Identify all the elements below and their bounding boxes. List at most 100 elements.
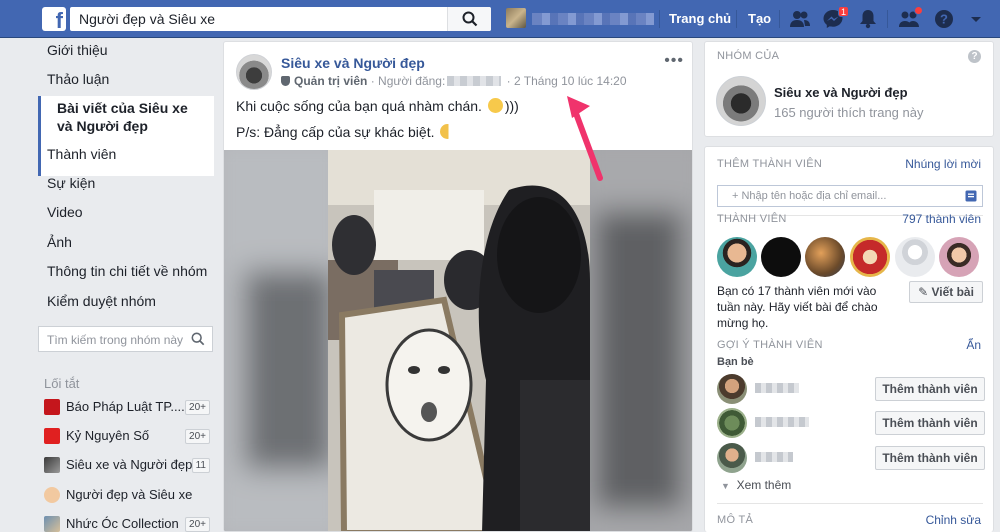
facebook-logo[interactable]: f bbox=[42, 7, 66, 33]
notifications-bell-icon[interactable] bbox=[857, 9, 879, 29]
suggested-member-row: Thêm thành viên bbox=[717, 374, 985, 404]
nav-item-events[interactable]: Sự kiện bbox=[47, 175, 95, 191]
video-frame-image bbox=[224, 150, 692, 531]
suggested-member-name-blurred[interactable] bbox=[755, 383, 799, 393]
member-avatar[interactable] bbox=[761, 237, 801, 277]
description-heading: MÔ TẢ bbox=[717, 514, 754, 526]
nav-item-group-insights[interactable]: Thông tin chi tiết về nhóm bbox=[47, 263, 207, 279]
profile-name-blurred[interactable] bbox=[532, 13, 654, 25]
more-options-icon[interactable]: ••• bbox=[664, 52, 684, 70]
search-button[interactable] bbox=[447, 7, 491, 31]
hand-emoji-icon bbox=[44, 487, 60, 503]
help-icon[interactable]: ? bbox=[968, 50, 981, 63]
see-more-label: Xem thêm bbox=[736, 478, 792, 492]
nav-item-posts-active[interactable]: Bài viết của Siêu xe và Người đẹp bbox=[38, 96, 214, 176]
edit-description-link[interactable]: Chỉnh sửa bbox=[926, 513, 981, 527]
add-member-input[interactable]: + Nhập tên hoặc địa chỉ email... bbox=[717, 185, 983, 207]
write-post-button[interactable]: ✎ Viết bài bbox=[909, 281, 983, 303]
top-navigation-bar: f Người đẹp và Siêu xe Trang chủ Tạo 1 ? bbox=[0, 0, 1000, 38]
messenger-badge: 1 bbox=[838, 6, 850, 17]
group-avatar[interactable] bbox=[236, 54, 272, 90]
suggested-member-avatar[interactable] bbox=[717, 374, 747, 404]
nav-item-videos[interactable]: Video bbox=[47, 204, 83, 220]
group-thumb-icon bbox=[44, 516, 60, 532]
post-text-1: Khi cuộc sống của bạn quá nhàm chán. bbox=[236, 98, 482, 114]
suggested-member-row: Thêm thành viên bbox=[717, 443, 985, 473]
friends-subheading: Bạn bè bbox=[717, 356, 754, 368]
search-input[interactable]: Người đẹp và Siêu xe bbox=[79, 11, 215, 27]
add-member-button[interactable]: Thêm thành viên bbox=[875, 377, 985, 401]
add-member-heading: THÊM THÀNH VIÊN bbox=[717, 158, 823, 170]
shortcut-label: Kỷ Nguyên Số bbox=[66, 428, 150, 443]
shortcut-count: 20+ bbox=[185, 400, 210, 415]
shortcut-label: Siêu xe và Người đẹp bbox=[66, 457, 193, 472]
account-menu-chevron-down-icon[interactable] bbox=[965, 9, 987, 29]
moon-face-emoji-icon bbox=[440, 124, 456, 139]
search-bar[interactable]: Người đẹp và Siêu xe bbox=[70, 7, 491, 31]
shortcut-item[interactable]: Người đẹp và Siêu xe bbox=[44, 485, 212, 507]
shortcut-count: 20+ bbox=[185, 429, 210, 444]
suggested-member-row: Thêm thành viên bbox=[717, 408, 985, 438]
divider bbox=[887, 10, 888, 28]
contact-card-icon[interactable] bbox=[965, 190, 977, 202]
add-member-button[interactable]: Thêm thành viên bbox=[875, 446, 985, 470]
post-video[interactable] bbox=[224, 150, 692, 531]
suggested-member-name-blurred[interactable] bbox=[755, 452, 793, 462]
shortcut-item[interactable]: Kỷ Nguyên Số 20+ bbox=[44, 426, 212, 448]
motorbike-thumb-icon bbox=[44, 457, 60, 473]
group-owner-card: NHÓM CỦA ? Siêu xe và Người đẹp 165 ngườ… bbox=[704, 41, 994, 137]
shortcut-item[interactable]: Siêu xe và Người đẹp 11 bbox=[44, 455, 212, 477]
member-count-link[interactable]: 797 thành viên bbox=[902, 212, 981, 226]
suggested-member-name-blurred[interactable] bbox=[755, 417, 809, 427]
post-meta: Quản trị viên · Người đăng: · 2 Tháng 10… bbox=[281, 74, 627, 88]
invite-link[interactable]: Nhúng lời mời bbox=[905, 157, 981, 171]
shortcut-count: 11 bbox=[191, 458, 210, 473]
page-likes-text: 165 người thích trang này bbox=[774, 105, 924, 120]
suggested-member-avatar[interactable] bbox=[717, 408, 747, 438]
home-link[interactable]: Trang chủ bbox=[669, 11, 731, 26]
nav-item-posts-label: Bài viết của Siêu xe và Người đẹp bbox=[57, 100, 188, 134]
group-search-field[interactable]: Tìm kiếm trong nhóm này bbox=[38, 326, 213, 352]
see-more-link[interactable]: ▼ Xem thêm bbox=[721, 478, 791, 492]
post-text-2: P/s: Đẳng cấp của sự khác biệt. bbox=[236, 124, 435, 140]
nav-item-discussion[interactable]: Thảo luận bbox=[47, 71, 109, 87]
profile-avatar[interactable] bbox=[506, 8, 526, 28]
search-icon bbox=[462, 11, 478, 27]
members-card: THÊM THÀNH VIÊN Nhúng lời mời + Nhập tên… bbox=[704, 146, 994, 532]
member-avatar[interactable] bbox=[717, 237, 757, 277]
member-avatar[interactable] bbox=[939, 237, 979, 277]
post-group-name-link[interactable]: Siêu xe và Người đẹp bbox=[281, 55, 425, 71]
member-avatar[interactable] bbox=[850, 237, 890, 277]
nav-item-photos[interactable]: Ảnh bbox=[47, 234, 72, 250]
shortcut-label: Người đẹp và Siêu xe bbox=[66, 487, 193, 502]
member-avatar-default[interactable] bbox=[895, 237, 935, 277]
divider bbox=[717, 503, 983, 504]
page-avatar[interactable] bbox=[716, 76, 766, 126]
new-members-text: Bạn có 17 thành viên mới vào tuần này. H… bbox=[717, 284, 878, 330]
poster-label: · Người đăng: bbox=[370, 74, 446, 88]
admin-notification-dot bbox=[914, 6, 923, 15]
friend-requests-icon[interactable] bbox=[789, 9, 811, 29]
nav-item-moderation[interactable]: Kiểm duyệt nhóm bbox=[47, 293, 156, 309]
divider bbox=[779, 10, 780, 28]
add-member-button[interactable]: Thêm thành viên bbox=[875, 411, 985, 435]
shortcut-item[interactable]: Báo Pháp Luật TP.... 20+ bbox=[44, 397, 212, 419]
shortcut-item[interactable]: Nhức Óc Collection 20+ bbox=[44, 514, 212, 532]
chevron-down-icon: ▼ bbox=[721, 481, 730, 491]
page-name-link[interactable]: Siêu xe và Người đẹp bbox=[774, 85, 908, 100]
member-avatar[interactable] bbox=[805, 237, 845, 277]
suggested-member-avatar[interactable] bbox=[717, 443, 747, 473]
annotation-arrow-icon bbox=[567, 96, 603, 181]
nav-item-members[interactable]: Thành viên bbox=[47, 146, 116, 162]
smiley-emoji-icon bbox=[487, 98, 503, 113]
pencil-icon: ✎ bbox=[918, 285, 929, 299]
search-icon[interactable] bbox=[191, 332, 205, 346]
hide-suggestions-link[interactable]: Ẩn bbox=[966, 338, 981, 352]
nav-item-about[interactable]: Giới thiệu bbox=[47, 42, 108, 58]
shortcut-label: Báo Pháp Luật TP.... bbox=[66, 399, 185, 414]
poster-name-blurred[interactable] bbox=[447, 76, 502, 86]
create-link[interactable]: Tạo bbox=[748, 11, 771, 26]
post-text-1-suffix: ))) bbox=[504, 98, 519, 114]
help-icon[interactable]: ? bbox=[933, 9, 955, 29]
post-timestamp-link[interactable]: · 2 Tháng 10 lúc 14:20 bbox=[507, 74, 627, 88]
